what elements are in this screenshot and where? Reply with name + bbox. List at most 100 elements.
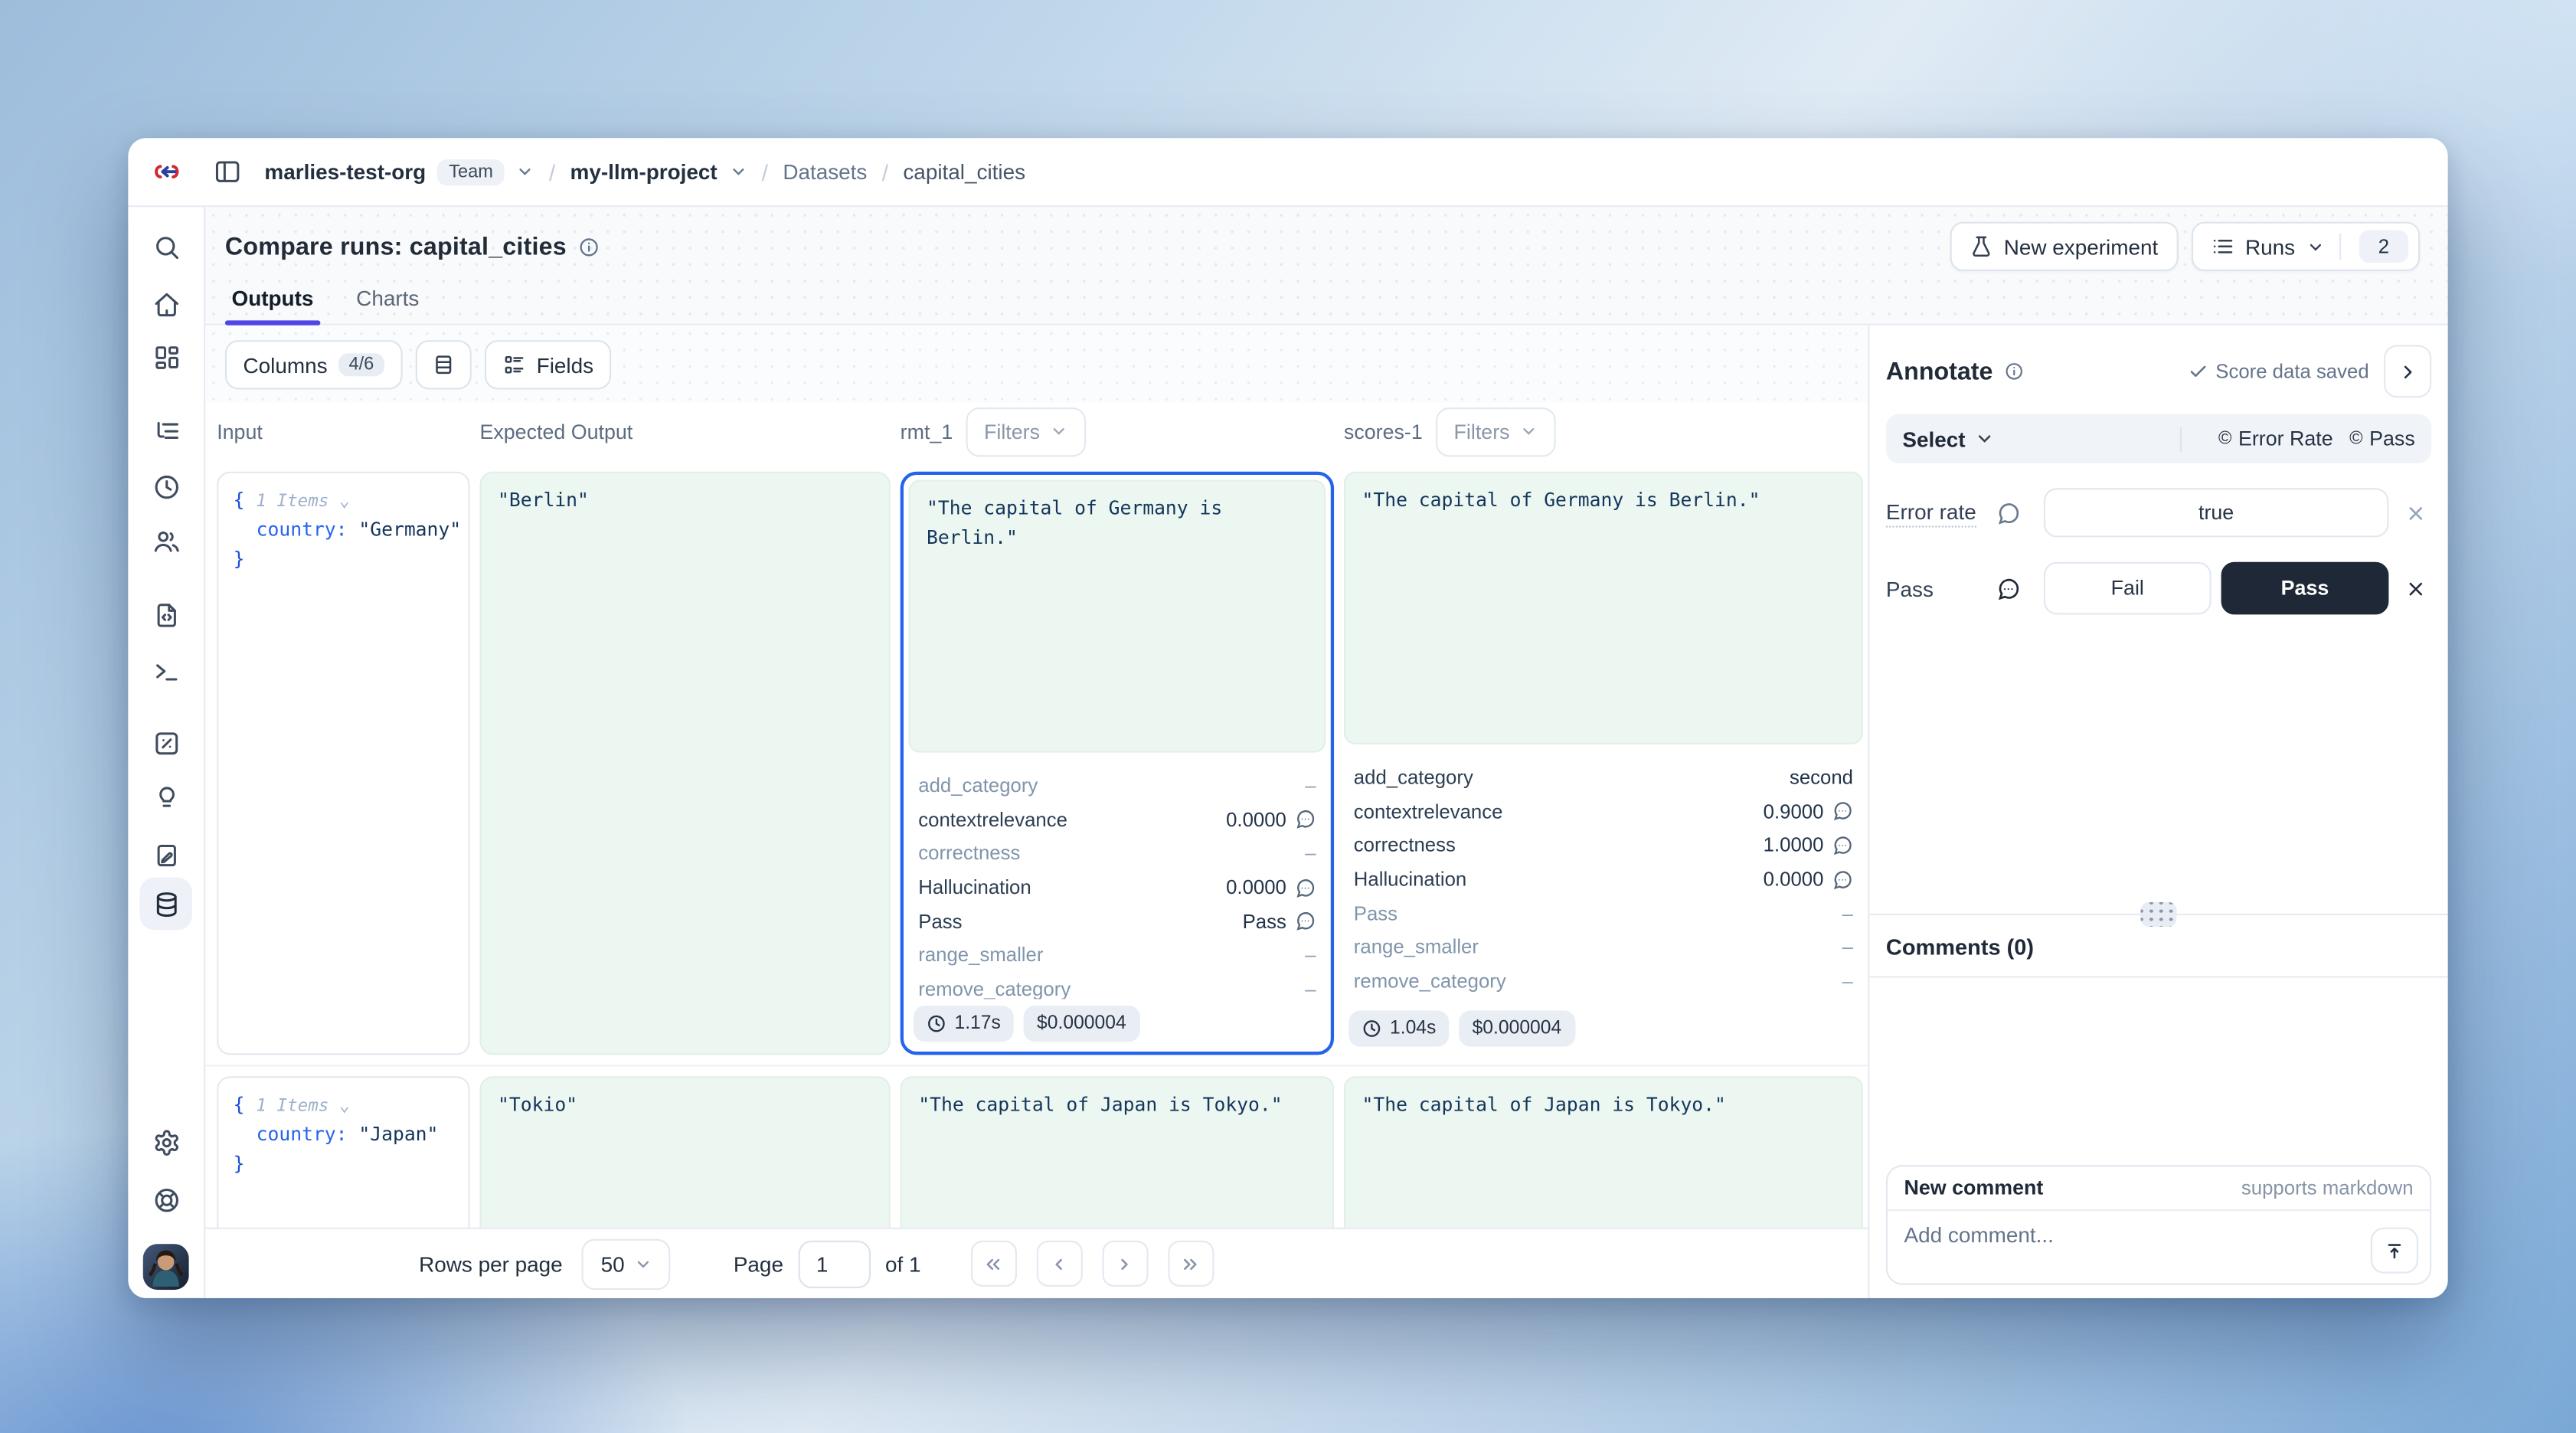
tab-outputs[interactable]: Outputs <box>225 286 320 323</box>
tab-charts[interactable]: Charts <box>350 286 426 323</box>
categorical-score-icon: © <box>2349 429 2362 449</box>
clear-pass-button[interactable] <box>2398 577 2431 599</box>
run2-filters-button[interactable]: Filters <box>1436 407 1556 456</box>
breadcrumb-separator: / <box>878 159 891 185</box>
page-label: Page <box>734 1251 783 1276</box>
last-page-button[interactable] <box>1167 1241 1213 1287</box>
chevron-left-icon <box>1048 1253 1070 1274</box>
flask-icon <box>1970 235 1992 258</box>
chevrons-left-icon <box>982 1253 1004 1274</box>
run1-output-cell[interactable]: "The capital of Japan is Tokyo." <box>901 1076 1334 1227</box>
annotation-clipboard-pen-icon[interactable] <box>146 835 185 874</box>
comment-bubble-icon[interactable] <box>1295 809 1316 830</box>
clock-icon <box>927 1014 946 1034</box>
check-icon <box>2188 362 2208 381</box>
column-header-input: Input <box>217 420 469 443</box>
columns-button[interactable]: Columns 4/6 <box>225 340 402 389</box>
search-icon[interactable] <box>146 227 185 266</box>
comment-bubble-icon[interactable] <box>1832 835 1853 856</box>
comment-textarea[interactable]: Add comment... <box>1888 1211 2430 1283</box>
breadcrumb-dataset-name[interactable]: capital_cities <box>903 159 1025 184</box>
column-header-expected: Expected Output <box>479 420 890 443</box>
info-icon[interactable] <box>578 236 600 257</box>
breadcrumb-project[interactable]: my-llm-project <box>570 159 718 184</box>
row-height-icon <box>431 353 454 376</box>
run2-output-cell[interactable]: "The capital of Japan is Tokyo." <box>1344 1076 1863 1227</box>
runs-button[interactable]: Runs 2 <box>2191 222 2420 271</box>
sidebar-toggle-button[interactable] <box>205 150 248 193</box>
run2-output-cell[interactable]: "The capital of Germany is Berlin." add_… <box>1344 472 1863 1055</box>
score-chip-pass[interactable]: ©Pass <box>2349 427 2415 450</box>
arrow-up-from-line-icon <box>2384 1240 2405 1261</box>
playground-terminal-icon[interactable] <box>146 651 185 690</box>
new-comment-title: New comment <box>1904 1176 2044 1199</box>
app-logo <box>128 158 205 185</box>
settings-gear-icon[interactable] <box>146 1122 185 1161</box>
lightbulb-icon[interactable] <box>146 779 185 818</box>
pass-option-pass-button[interactable]: Pass <box>2221 562 2389 615</box>
run2-metrics: 1.04s $0.000004 <box>1344 1004 1863 1052</box>
next-page-button[interactable] <box>1102 1241 1148 1287</box>
table-row: { 1 Items ⌄ country: "Japan" } "Tokio" "… <box>217 1076 1868 1227</box>
fields-button[interactable]: Fields <box>484 340 612 389</box>
comment-bubble-icon[interactable] <box>1996 500 2021 525</box>
input-cell[interactable]: { 1 Items ⌄ country: "Japan" } <box>217 1076 469 1227</box>
chevron-down-icon <box>635 1255 653 1273</box>
sessions-clock-icon[interactable] <box>146 466 185 505</box>
collapse-panel-button[interactable] <box>2384 345 2431 398</box>
rows-per-page-label: Rows per page <box>419 1251 563 1276</box>
score-chip-error-rate[interactable]: ©Error Rate <box>2218 427 2333 450</box>
traces-list-tree-icon[interactable] <box>146 411 185 450</box>
latency-pill: 1.04s <box>1348 1010 1449 1046</box>
prev-page-button[interactable] <box>1036 1241 1082 1287</box>
page-number-input[interactable] <box>798 1240 870 1287</box>
expected-output-cell[interactable]: "Berlin" <box>479 472 890 1055</box>
score-saved-status: Score data saved <box>2188 360 2369 383</box>
clear-error-rate-button[interactable] <box>2398 502 2431 523</box>
run1-scores-list: add_category– contextrelevance0.0000 cor… <box>908 753 1326 1000</box>
chevron-down-icon[interactable] <box>516 162 534 181</box>
run1-output-cell-selected[interactable]: "The capital of Germany is Berlin." add_… <box>901 472 1334 1055</box>
info-icon[interactable] <box>2004 362 2024 381</box>
chevron-down-icon[interactable] <box>729 162 747 181</box>
home-icon[interactable] <box>146 284 185 323</box>
breadcrumb-datasets[interactable]: Datasets <box>783 159 867 184</box>
dashboard-icon[interactable] <box>146 337 185 376</box>
comment-bubble-icon[interactable] <box>1295 877 1316 898</box>
user-avatar[interactable] <box>143 1244 189 1290</box>
evaluation-percent-icon[interactable] <box>146 723 185 762</box>
expected-output-cell[interactable]: "Tokio" <box>479 1076 890 1227</box>
chevron-right-icon <box>2397 361 2418 382</box>
input-cell[interactable]: { 1 Items ⌄ country: "Germany" } <box>217 472 469 1055</box>
error-rate-value-input[interactable] <box>2044 488 2389 537</box>
submit-comment-button[interactable] <box>2371 1228 2418 1274</box>
datasets-database-icon[interactable] <box>139 878 192 931</box>
comment-bubble-dots-icon[interactable] <box>1996 576 2021 600</box>
chevron-down-icon <box>2306 237 2325 256</box>
page-title: Compare runs: capital_cities <box>225 233 567 260</box>
score-select-dropdown[interactable]: Select <box>1902 427 1995 451</box>
comment-bubble-icon[interactable] <box>1832 869 1853 890</box>
categorical-score-icon: © <box>2218 429 2231 449</box>
comment-bubble-icon[interactable] <box>1832 801 1853 823</box>
support-lifebuoy-icon[interactable] <box>146 1179 185 1219</box>
divider <box>2339 234 2341 260</box>
runs-label: Runs <box>2245 234 2295 259</box>
avatar-image <box>143 1244 189 1290</box>
comment-bubble-icon[interactable] <box>1295 911 1316 932</box>
markdown-hint: supports markdown <box>2241 1176 2414 1199</box>
run1-filters-button[interactable]: Filters <box>966 407 1086 456</box>
first-page-button[interactable] <box>970 1241 1016 1287</box>
prompts-file-code-icon[interactable] <box>146 595 185 634</box>
users-icon[interactable] <box>146 521 185 560</box>
pass-option-fail-button[interactable]: Fail <box>2044 562 2212 615</box>
table-header-row: Input Expected Output rmt_1 Filters sc <box>205 403 1868 460</box>
columns-label: Columns <box>244 352 328 377</box>
new-experiment-button[interactable]: New experiment <box>1950 222 2178 271</box>
run2-output-text: "The capital of Japan is Tokyo." <box>1344 1076 1863 1227</box>
breadcrumb-org[interactable]: marlies-test-org <box>264 159 426 184</box>
rows-per-page-select[interactable]: 50 <box>582 1238 671 1290</box>
breadcrumb: marlies-test-org Team / my-llm-project /… <box>264 159 1025 185</box>
row-height-button[interactable] <box>415 340 471 389</box>
drag-handle[interactable] <box>2140 902 2176 927</box>
